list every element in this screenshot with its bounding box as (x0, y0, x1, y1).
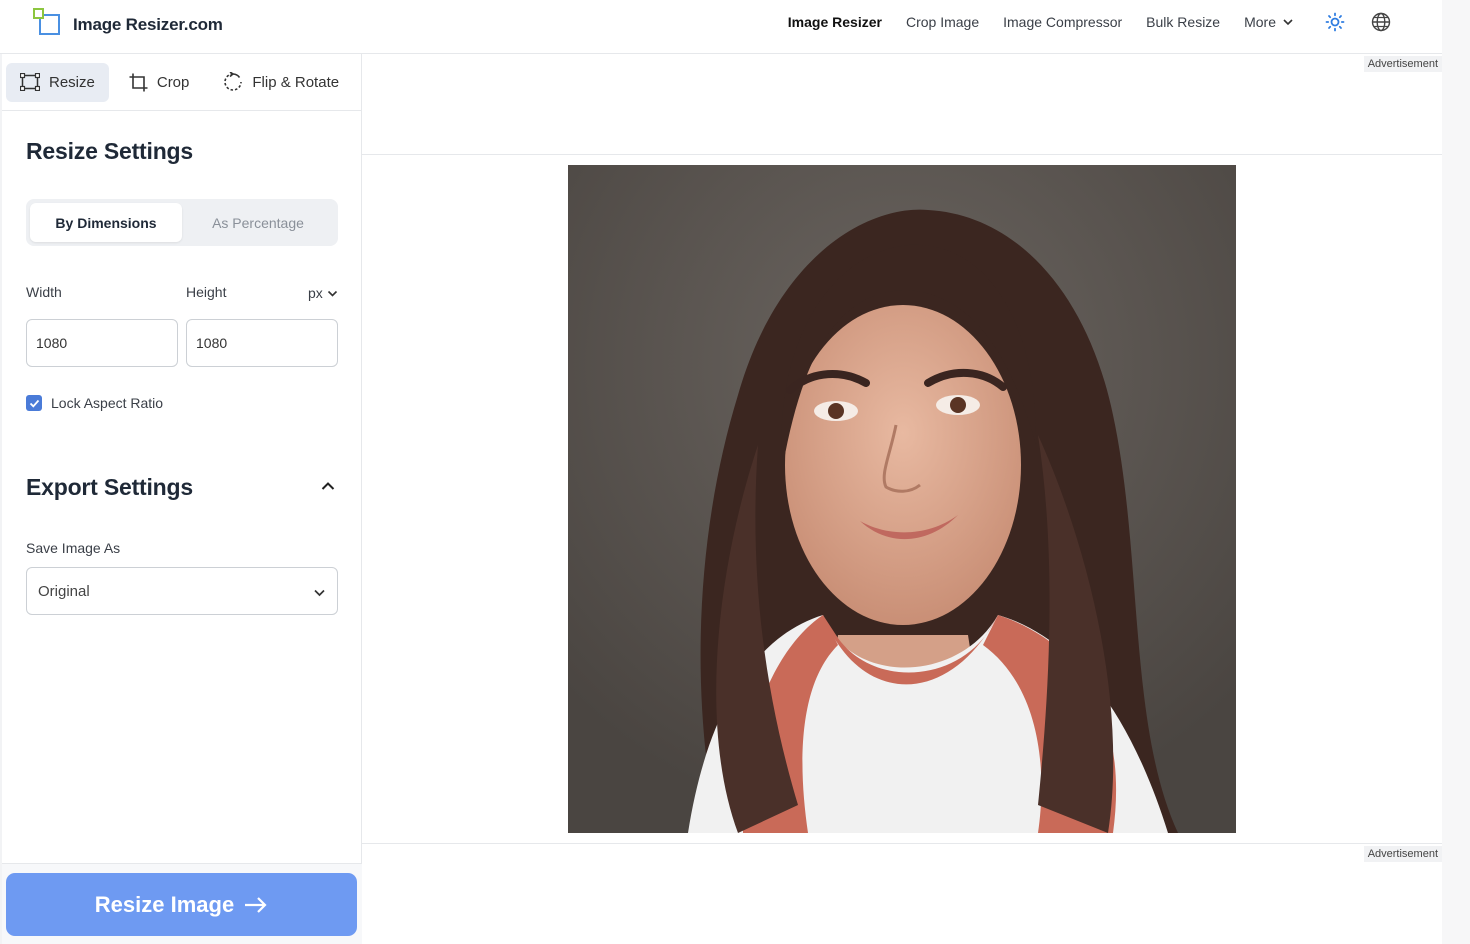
chevron-down-icon (1283, 19, 1293, 26)
mode-as-percentage[interactable]: As Percentage (182, 203, 334, 242)
nav-more-menu[interactable]: More (1244, 14, 1294, 30)
width-input[interactable]: 1080 (26, 319, 178, 367)
sidebar-footer: Resize Image (2, 863, 362, 944)
tab-crop-label: Crop (156, 73, 190, 91)
unit-label: px (308, 285, 323, 301)
ad-slot-bottom: Advertisement (362, 843, 1442, 944)
nav-image-resizer[interactable]: Image Resizer (788, 14, 882, 30)
save-as-label: Save Image As (26, 540, 121, 556)
preview-area: Advertisement Advertisement (362, 54, 1442, 944)
check-icon (29, 399, 39, 408)
theme-toggle-button[interactable] (1324, 11, 1346, 33)
nav-bulk-resize[interactable]: Bulk Resize (1146, 14, 1220, 30)
portrait-photo (568, 165, 1236, 833)
sun-icon (1325, 12, 1345, 32)
nav-crop-image[interactable]: Crop Image (906, 14, 979, 30)
nav-image-compressor[interactable]: Image Compressor (1003, 14, 1122, 30)
ad-slot-top: Advertisement (362, 54, 1442, 155)
image-preview (568, 165, 1236, 833)
save-as-select[interactable]: Original (26, 567, 338, 615)
crop-icon (129, 73, 148, 91)
lock-aspect-ratio-label: Lock Aspect Ratio (51, 395, 164, 411)
chevron-up-icon[interactable] (320, 478, 336, 494)
tab-flip-rotate-label: Flip & Rotate (252, 73, 340, 91)
export-settings-title: Export Settings (26, 474, 193, 500)
resize-settings-title: Resize Settings (26, 138, 193, 164)
tab-flip-rotate[interactable]: Flip & Rotate (209, 63, 353, 102)
lock-aspect-ratio-checkbox[interactable] (26, 395, 42, 411)
ad-label: Advertisement (1363, 846, 1442, 862)
site-logo[interactable]: Image Resizer.com (33, 8, 223, 36)
nav-more-label: More (1244, 14, 1276, 30)
logo-text: Image Resizer.com (73, 15, 223, 34)
unit-selector[interactable]: px (308, 285, 338, 301)
mode-by-dimensions[interactable]: By Dimensions (30, 203, 182, 242)
lock-aspect-ratio-row[interactable]: Lock Aspect Ratio (26, 395, 163, 411)
tab-resize[interactable]: Resize (6, 62, 109, 102)
height-value: 1080 (196, 335, 228, 351)
save-as-value: Original (38, 582, 90, 600)
chevron-down-icon (314, 589, 325, 597)
rotate-icon (224, 72, 243, 91)
chevron-down-icon (327, 290, 337, 297)
globe-icon (1371, 12, 1391, 32)
resize-mode-toggle: By Dimensions As Percentage (26, 199, 338, 246)
arrow-right-icon (245, 896, 267, 913)
tab-crop[interactable]: Crop (115, 63, 204, 102)
language-button[interactable] (1370, 11, 1392, 33)
top-header: Image Resizer.com Image Resizer Crop Ima… (0, 0, 1442, 54)
height-label: Height (186, 284, 227, 300)
width-label: Width (26, 284, 62, 300)
page-scrollbar[interactable] (1442, 0, 1470, 944)
resize-image-button[interactable]: Resize Image (6, 873, 357, 936)
width-value: 1080 (36, 335, 68, 351)
main-nav: Image Resizer Crop Image Image Compresso… (788, 0, 1442, 44)
settings-sidebar: Resize Crop Flip & Rotate Resize Setting… (0, 54, 362, 944)
ad-label: Advertisement (1363, 56, 1442, 72)
resize-image-label: Resize Image (94, 891, 235, 917)
tool-tabs: Resize Crop Flip & Rotate (2, 54, 361, 111)
resize-icon (20, 73, 40, 91)
logo-icon (33, 8, 61, 36)
tab-resize-label: Resize (49, 73, 95, 91)
height-input[interactable]: 1080 (186, 319, 338, 367)
